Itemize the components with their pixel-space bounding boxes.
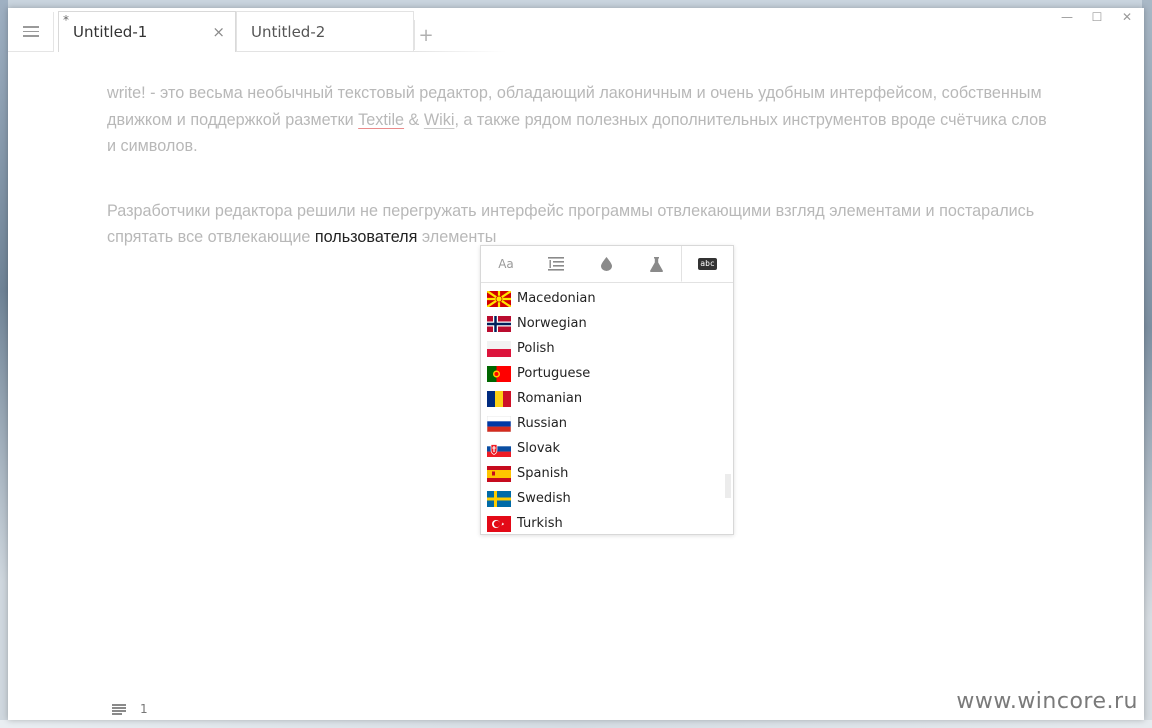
- minimize-icon[interactable]: —: [1060, 10, 1074, 24]
- tab-label: Untitled-2: [251, 22, 326, 41]
- spellcheck-abc-icon: abc: [698, 257, 717, 270]
- slovakia-flag-icon: [487, 440, 511, 457]
- paragraph-1: write! - это весьма необычный текстовый …: [107, 84, 1047, 155]
- window-controls: — ☐ ✕: [1060, 10, 1134, 24]
- language-list-scrollbar[interactable]: [725, 474, 731, 498]
- flask-icon: [649, 256, 663, 272]
- list-item[interactable]: Swedish: [481, 486, 721, 511]
- modified-indicator: *: [63, 13, 69, 27]
- close-icon[interactable]: ×: [212, 23, 225, 41]
- misspelled-word: Textile: [358, 110, 405, 129]
- macedonia-flag-icon: [487, 290, 511, 307]
- list-item[interactable]: Spanish: [481, 461, 721, 486]
- color-drop-icon: [600, 257, 612, 271]
- font-size-icon: Aa: [498, 257, 514, 271]
- list-item[interactable]: Russian: [481, 411, 721, 436]
- maximize-icon[interactable]: ☐: [1090, 10, 1104, 24]
- tab-bar: * Untitled-1 × Untitled-2 + — ☐ ✕: [8, 8, 1144, 52]
- popup-tab-color[interactable]: [581, 246, 631, 282]
- norway-flag-icon: [487, 315, 511, 332]
- tab-label: Untitled-1: [73, 23, 148, 41]
- spain-flag-icon: [487, 465, 511, 482]
- russia-flag-icon: [487, 415, 511, 432]
- language-list: Macedonian Norwegian Polish Portuguese R…: [481, 286, 721, 536]
- watermark: www.wincore.ru: [956, 689, 1138, 714]
- line-count: 1: [140, 702, 148, 716]
- lines-icon: [112, 704, 126, 715]
- window-close-icon[interactable]: ✕: [1120, 10, 1134, 24]
- list-item[interactable]: Turkish: [481, 511, 721, 536]
- popup-tab-font[interactable]: Aa: [481, 246, 531, 282]
- add-tab-button[interactable]: +: [414, 20, 437, 50]
- list-item[interactable]: Romanian: [481, 386, 721, 411]
- focused-word: пользователя: [314, 228, 418, 246]
- desktop-background-bottom: [0, 720, 1152, 728]
- popup-tab-lab[interactable]: [631, 246, 681, 282]
- portugal-flag-icon: [487, 365, 511, 382]
- turkey-flag-icon: [487, 515, 511, 532]
- status-bar: 1: [112, 702, 148, 716]
- popup-tab-spacing[interactable]: [531, 246, 581, 282]
- app-window: * Untitled-1 × Untitled-2 + — ☐ ✕ write!…: [8, 8, 1144, 720]
- tab-untitled-1[interactable]: * Untitled-1 ×: [58, 11, 236, 52]
- desktop-background-left: [0, 0, 8, 728]
- paragraph-2: Разработчики редактора решили не перегру…: [107, 201, 1035, 247]
- list-item[interactable]: Slovak: [481, 436, 721, 461]
- tab-untitled-2[interactable]: Untitled-2: [236, 11, 414, 52]
- settings-popup: Aa abc Macedonian Norwegian Polish Portu…: [480, 245, 734, 535]
- popup-tab-spellcheck[interactable]: abc: [681, 246, 733, 282]
- list-item[interactable]: Macedonian: [481, 286, 721, 311]
- line-spacing-icon: [548, 257, 564, 271]
- poland-flag-icon: [487, 340, 511, 357]
- list-item[interactable]: Portuguese: [481, 361, 721, 386]
- sweden-flag-icon: [487, 490, 511, 507]
- tab-bar-divider: [414, 51, 506, 52]
- list-item[interactable]: Norwegian: [481, 311, 721, 336]
- hamburger-icon: [22, 26, 39, 37]
- list-item[interactable]: Polish: [481, 336, 721, 361]
- popup-tabs: Aa abc: [481, 246, 733, 283]
- romania-flag-icon: [487, 390, 511, 407]
- markup-word: Wiki: [423, 110, 455, 129]
- menu-button[interactable]: [8, 12, 54, 52]
